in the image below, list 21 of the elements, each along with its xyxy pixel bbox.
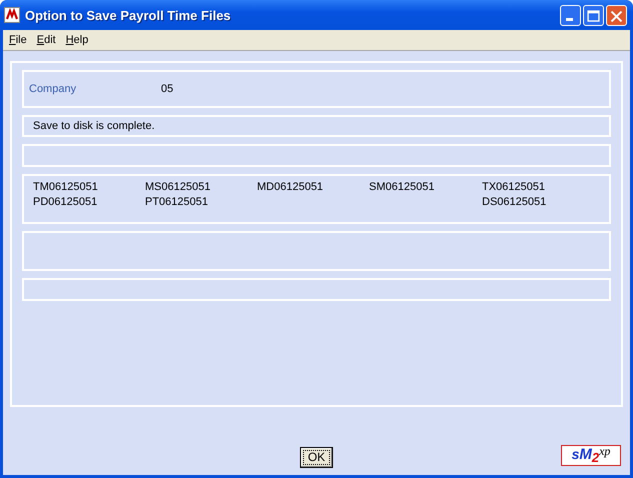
file-name: MS06125051 xyxy=(145,181,212,193)
file-name: SM06125051 xyxy=(369,181,436,193)
app-icon xyxy=(4,7,20,23)
menu-item[interactable]: Help xyxy=(62,34,92,46)
company-value: 05 xyxy=(161,83,174,95)
minimize-icon xyxy=(566,18,573,20)
company-label: Company xyxy=(29,83,78,95)
status-message: Save to disk is complete. xyxy=(33,120,155,132)
close-button[interactable] xyxy=(606,4,627,26)
menu-item[interactable]: Edit xyxy=(32,34,60,46)
minimize-button[interactable] xyxy=(560,4,581,26)
menu-item[interactable]: File xyxy=(5,34,31,46)
file-name: TX06125051 xyxy=(482,181,546,193)
window-title: Option to Save Payroll Time Files xyxy=(25,8,232,22)
file-name: DS06125051 xyxy=(482,196,548,208)
file-name: PD06125051 xyxy=(33,196,98,208)
maximize-button[interactable] xyxy=(583,4,604,26)
file-name: MD06125051 xyxy=(257,181,324,193)
file-name: PT06125051 xyxy=(145,196,209,208)
file-name: TM06125051 xyxy=(33,181,99,193)
ok-button[interactable]: OK xyxy=(300,446,333,468)
